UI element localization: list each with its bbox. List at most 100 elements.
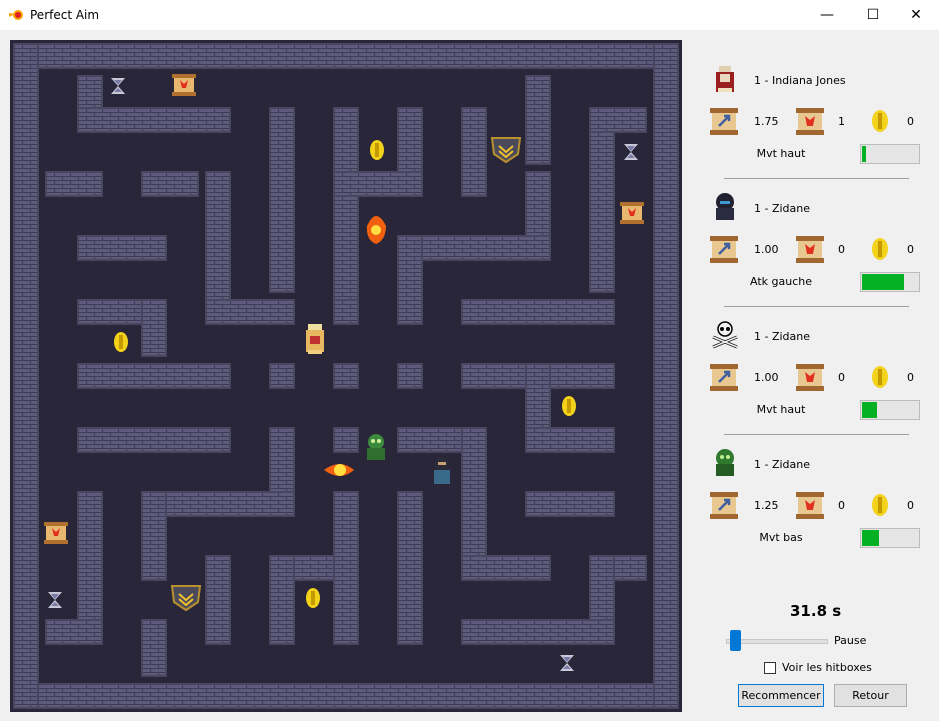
- back-button[interactable]: Retour: [834, 684, 907, 707]
- speed-scroll-icon: [710, 492, 738, 519]
- panel-separator: [724, 306, 909, 307]
- bomb-scroll-icon: [172, 74, 196, 96]
- maze-wall: [269, 107, 295, 293]
- speed-scroll-icon: [710, 236, 738, 263]
- action-progress-bar: [860, 400, 920, 420]
- coin-icon: [562, 396, 576, 416]
- maze-wall: [589, 107, 615, 293]
- title-bar: Perfect Aim — ☐ ✕: [0, 0, 939, 30]
- current-action: Atk gauche: [750, 275, 812, 288]
- speed-scroll-icon: [710, 364, 738, 391]
- speed-value: 1.00: [754, 371, 779, 384]
- speed-value: 1.00: [754, 243, 779, 256]
- speed-value: 1.25: [754, 499, 779, 512]
- maze-wall: [333, 107, 359, 325]
- bomb-count: 0: [838, 499, 845, 512]
- green-goblin-icon: [716, 449, 734, 476]
- coin-count: 0: [907, 499, 914, 512]
- maze-wall: [589, 107, 647, 133]
- maze-wall: [45, 171, 103, 197]
- coin-icon: [872, 494, 888, 516]
- player-name: 1 - Zidane: [754, 458, 811, 471]
- action-progress-fill: [862, 530, 879, 546]
- close-button[interactable]: ✕: [893, 0, 939, 30]
- maze-wall: [141, 171, 199, 197]
- hooded-ninja-icon: [716, 193, 734, 220]
- maze-wall: [77, 363, 231, 389]
- maze-wall: [141, 491, 167, 581]
- bomb-scroll-icon: [796, 108, 824, 135]
- player-name: 1 - Indiana Jones: [754, 74, 846, 87]
- maze-wall: [397, 363, 423, 389]
- coin-icon: [872, 366, 888, 388]
- speed-value: 1.75: [754, 115, 779, 128]
- maze-wall: [461, 107, 487, 197]
- bomb-scroll-icon: [796, 492, 824, 519]
- window-title: Perfect Aim: [30, 8, 100, 22]
- hitbox-label[interactable]: Voir les hitboxes: [782, 661, 872, 674]
- app-icon: [9, 10, 23, 20]
- bomb-scroll-icon: [796, 364, 824, 391]
- current-action: Mvt bas: [759, 531, 803, 544]
- maze-wall: [461, 299, 615, 325]
- maze-wall: [141, 619, 167, 677]
- maze-wall: [205, 555, 231, 645]
- wizard-icon: [306, 324, 324, 354]
- pause-label: Pause: [834, 634, 867, 647]
- maze-wall: [333, 171, 423, 197]
- maze-wall: [269, 555, 295, 645]
- maze-wall: [653, 43, 679, 709]
- action-progress-bar: [860, 528, 920, 548]
- current-action: Mvt haut: [756, 147, 806, 160]
- maze-wall: [77, 107, 231, 133]
- action-progress-bar: [860, 144, 920, 164]
- maze-wall: [205, 299, 295, 325]
- bomb-count: 0: [838, 243, 845, 256]
- maze-wall: [13, 683, 679, 709]
- maze-wall: [333, 363, 359, 389]
- maze-wall: [397, 491, 423, 645]
- maze-canvas: [10, 40, 682, 712]
- panel-separator: [724, 434, 909, 435]
- skull-bones-icon: [712, 321, 738, 349]
- maze-wall: [13, 43, 679, 69]
- hitbox-checkbox[interactable]: [764, 662, 776, 674]
- action-progress-fill: [862, 274, 904, 290]
- maze-board: [10, 40, 682, 712]
- restart-button[interactable]: Recommencer: [738, 684, 824, 707]
- coin-icon: [306, 588, 320, 608]
- coin-icon: [872, 110, 888, 132]
- maze-wall: [397, 235, 423, 325]
- maze-wall: [525, 75, 551, 165]
- speed-slider-track[interactable]: [726, 639, 828, 644]
- timer-display: 31.8 s: [790, 602, 842, 620]
- bomb-count: 0: [838, 371, 845, 384]
- maze-wall: [525, 427, 615, 453]
- player-name: 1 - Zidane: [754, 202, 811, 215]
- bomb-scroll-icon: [44, 522, 68, 544]
- action-progress-fill: [862, 146, 866, 162]
- coin-icon: [370, 140, 384, 160]
- maze-wall: [77, 427, 231, 453]
- maze-wall: [45, 619, 103, 645]
- maze-wall: [77, 235, 167, 261]
- bomb-scroll-icon: [796, 236, 824, 263]
- maze-wall: [333, 491, 359, 645]
- action-progress-bar: [860, 272, 920, 292]
- maze-wall: [461, 619, 615, 645]
- current-action: Mvt haut: [756, 403, 806, 416]
- coin-count: 0: [907, 371, 914, 384]
- maximize-button[interactable]: ☐: [850, 0, 896, 30]
- player-name: 1 - Zidane: [754, 330, 811, 343]
- bomb-count: 1: [838, 115, 845, 128]
- coin-count: 0: [907, 115, 914, 128]
- hooded-ninja-icon: [434, 456, 450, 484]
- coin-icon: [114, 332, 128, 352]
- coin-count: 0: [907, 243, 914, 256]
- maze-wall: [333, 299, 359, 325]
- speed-slider-thumb[interactable]: [730, 630, 741, 651]
- action-progress-fill: [862, 402, 877, 418]
- minimize-button[interactable]: —: [804, 0, 850, 30]
- panel-separator: [724, 178, 909, 179]
- maze-wall: [13, 43, 39, 709]
